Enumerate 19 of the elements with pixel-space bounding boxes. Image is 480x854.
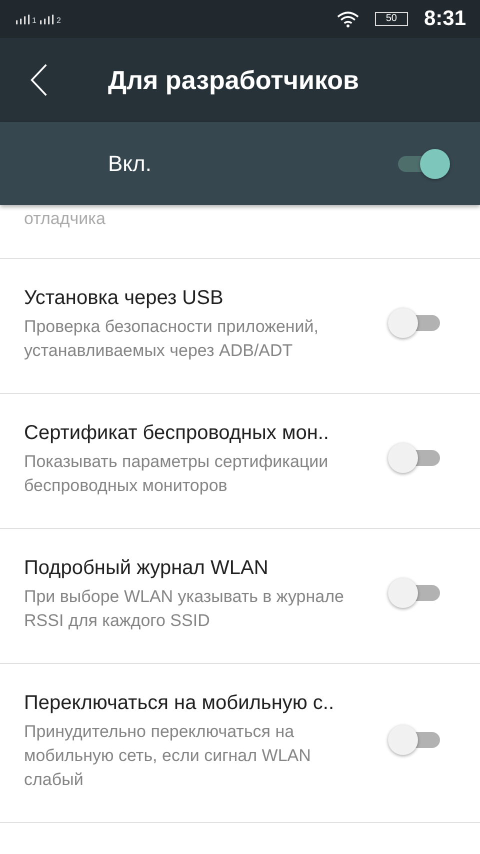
back-icon[interactable] [30, 63, 48, 97]
battery-indicator: 50 [374, 12, 408, 26]
clock: 8:31 [424, 7, 466, 31]
setting-summary: При выборе WLAN указывать в журнале RSSI для каждого SSID [24, 586, 345, 632]
setting-summary: Принудительно переключаться на мобильную сеть, если сигнал WLAN слабый [24, 721, 312, 791]
wifi-icon [336, 10, 359, 28]
master-switch-label: Вкл. [108, 150, 152, 176]
screen-title: Для разработчиков [108, 64, 359, 96]
setting-summary: отладчика [24, 209, 106, 228]
setting-summary: Показывать параметры сертификации беспроводных мониторов [24, 451, 330, 497]
setting-title: Сертификат беспроводных мон.. [24, 421, 330, 446]
setting-summary: Проверка безопасности приложений, устанавливаемых через ADB/ADT [24, 316, 320, 362]
sim-number: 1 [32, 16, 36, 24]
setting-title: Переключаться на мобильную с.. [24, 691, 336, 716]
setting-title: Подробный журнал WLAN [24, 556, 270, 581]
signal-icon [16, 14, 32, 24]
signal-icon [40, 14, 56, 24]
sim-number: 2 [56, 16, 61, 24]
setting-title: Установка через USB [24, 286, 224, 311]
